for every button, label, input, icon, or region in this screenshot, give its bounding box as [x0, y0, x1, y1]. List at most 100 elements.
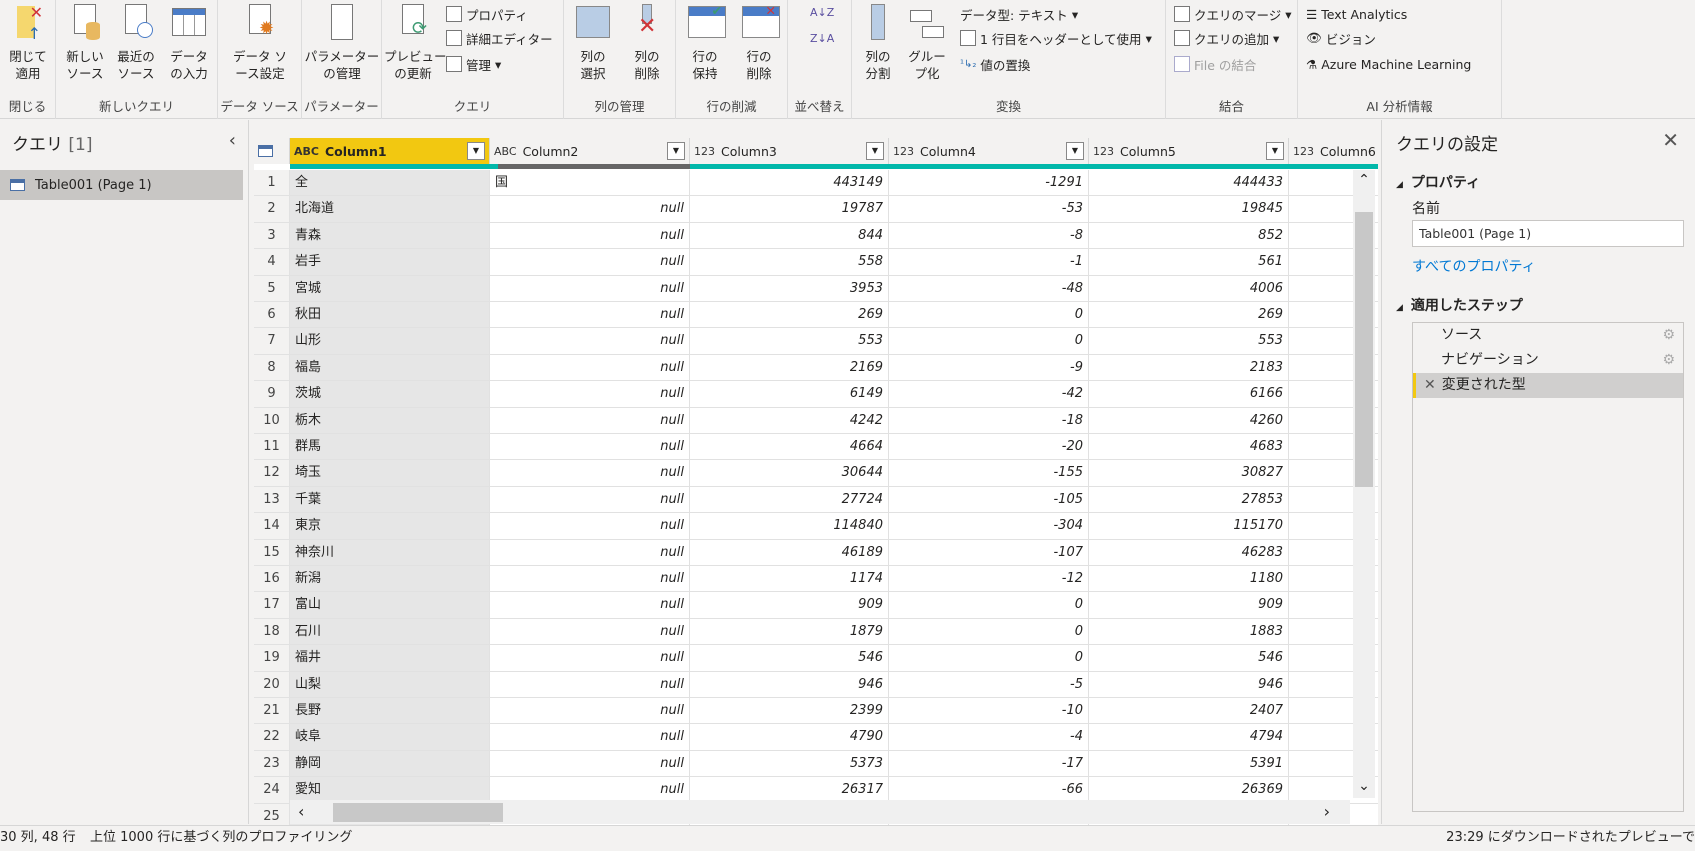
- row-number[interactable]: 23: [254, 750, 290, 778]
- cell[interactable]: 844: [690, 222, 889, 250]
- collapse-chevron-icon[interactable]: ‹: [229, 130, 236, 151]
- cell[interactable]: -5: [889, 671, 1089, 698]
- refresh-preview-button[interactable]: ⟳ プレビュー の更新: [384, 4, 447, 82]
- row-number[interactable]: 24: [254, 777, 290, 804]
- status-profiling[interactable]: 上位 1000 行に基づく列のプロファイリング: [90, 826, 352, 850]
- cell[interactable]: 946: [1089, 671, 1289, 698]
- cell[interactable]: -12: [889, 566, 1089, 593]
- cell[interactable]: 岐阜: [290, 724, 490, 751]
- row-number[interactable]: 11: [254, 434, 290, 461]
- cell[interactable]: -155: [889, 460, 1089, 487]
- row-number[interactable]: 17: [254, 592, 290, 619]
- cell[interactable]: 2407: [1089, 698, 1289, 725]
- cell[interactable]: null: [490, 302, 690, 329]
- properties-button[interactable]: プロパティ: [446, 4, 528, 24]
- type-icon[interactable]: 123: [893, 145, 914, 158]
- cell[interactable]: 27724: [690, 486, 889, 514]
- column-header[interactable]: 123 Column6: [1289, 138, 1378, 164]
- cell[interactable]: null: [490, 724, 690, 751]
- cell[interactable]: null: [490, 434, 690, 461]
- close-apply-button[interactable]: ✕ ↑ 閉じて 適用: [4, 4, 52, 82]
- step-item[interactable]: ソース ⚙: [1413, 323, 1683, 348]
- row-number[interactable]: 1: [254, 170, 290, 197]
- filter-dropdown-icon[interactable]: ▼: [1266, 142, 1284, 160]
- row-number[interactable]: 6: [254, 302, 290, 329]
- cell[interactable]: 558: [690, 249, 889, 276]
- cell[interactable]: 19787: [690, 196, 889, 223]
- cell[interactable]: 群馬: [290, 434, 490, 461]
- cell[interactable]: 栃木: [290, 407, 490, 434]
- type-icon[interactable]: 123: [694, 145, 715, 158]
- use-first-row-as-headers-button[interactable]: 1 行目をヘッダーとして使用 ▾: [960, 28, 1152, 48]
- cell[interactable]: 茨城: [290, 381, 490, 408]
- filter-dropdown-icon[interactable]: ▼: [866, 142, 884, 160]
- type-icon[interactable]: ABC: [294, 145, 319, 158]
- cell[interactable]: null: [490, 618, 690, 646]
- cell[interactable]: null: [490, 407, 690, 434]
- cell[interactable]: 埼玉: [290, 460, 490, 487]
- cell[interactable]: 0: [889, 302, 1089, 329]
- cell[interactable]: -1291: [889, 170, 1089, 197]
- cell[interactable]: -42: [889, 381, 1089, 408]
- cell[interactable]: -105: [889, 486, 1089, 514]
- remove-columns-button[interactable]: ✕ 列の 削除: [622, 4, 672, 82]
- cell[interactable]: 0: [889, 645, 1089, 672]
- cell[interactable]: 神奈川: [290, 539, 490, 566]
- merge-queries-button[interactable]: クエリのマージ ▾: [1174, 4, 1292, 24]
- cell[interactable]: 東京: [290, 513, 490, 540]
- cell[interactable]: 444433: [1089, 170, 1289, 197]
- cell[interactable]: 静岡: [290, 750, 490, 778]
- row-number[interactable]: 15: [254, 539, 290, 566]
- cell[interactable]: -1: [889, 249, 1089, 276]
- row-number[interactable]: 20: [254, 671, 290, 698]
- cell[interactable]: 553: [1089, 328, 1289, 355]
- query-item[interactable]: Table001 (Page 1): [0, 170, 243, 200]
- cell[interactable]: null: [490, 249, 690, 276]
- cell[interactable]: -18: [889, 407, 1089, 434]
- cell[interactable]: 443149: [690, 170, 889, 197]
- cell[interactable]: 852: [1089, 222, 1289, 250]
- column-header[interactable]: 123 Column3 ▼: [690, 138, 889, 164]
- row-number[interactable]: 19: [254, 645, 290, 672]
- cell[interactable]: 114840: [690, 513, 889, 540]
- cell[interactable]: null: [490, 592, 690, 619]
- cell[interactable]: null: [490, 645, 690, 672]
- cell[interactable]: 6149: [690, 381, 889, 408]
- cell[interactable]: 宮城: [290, 275, 490, 302]
- cell[interactable]: 山形: [290, 328, 490, 355]
- cell[interactable]: 国: [490, 170, 690, 197]
- row-number[interactable]: 4: [254, 249, 290, 276]
- sort-descending-button[interactable]: Z↓A: [810, 28, 834, 48]
- row-number[interactable]: 8: [254, 354, 290, 382]
- cell[interactable]: -9: [889, 354, 1089, 382]
- applied-steps-header[interactable]: ◢ 適用したステップ: [1396, 295, 1523, 315]
- cell[interactable]: 秋田: [290, 302, 490, 329]
- cell[interactable]: 115170: [1089, 513, 1289, 540]
- cell[interactable]: 46189: [690, 539, 889, 566]
- row-number[interactable]: 7: [254, 328, 290, 355]
- cell[interactable]: 新潟: [290, 566, 490, 593]
- vision-button[interactable]: 👁 ビジョン: [1306, 28, 1376, 48]
- table-menu-icon[interactable]: [254, 138, 290, 164]
- cell[interactable]: -10: [889, 698, 1089, 725]
- row-number[interactable]: 10: [254, 407, 290, 434]
- cell[interactable]: 2183: [1089, 354, 1289, 382]
- cell[interactable]: 4664: [690, 434, 889, 461]
- cell[interactable]: 福井: [290, 645, 490, 672]
- row-number[interactable]: 12: [254, 460, 290, 487]
- filter-dropdown-icon[interactable]: ▼: [1066, 142, 1084, 160]
- cell[interactable]: 5391: [1089, 750, 1289, 778]
- cell[interactable]: null: [490, 328, 690, 355]
- cell[interactable]: 青森: [290, 222, 490, 250]
- query-name-input[interactable]: [1412, 220, 1684, 247]
- cell[interactable]: 909: [690, 592, 889, 619]
- cell[interactable]: null: [490, 539, 690, 566]
- step-item-selected[interactable]: ✕ 変更された型: [1413, 373, 1683, 398]
- cell[interactable]: 4242: [690, 407, 889, 434]
- cell[interactable]: 561: [1089, 249, 1289, 276]
- cell[interactable]: 北海道: [290, 196, 490, 223]
- recent-sources-button[interactable]: 最近の ソース: [112, 4, 160, 82]
- cell[interactable]: null: [490, 671, 690, 698]
- advanced-editor-button[interactable]: 詳細エディター: [446, 28, 553, 48]
- manage-button[interactable]: 管理 ▾: [446, 54, 501, 74]
